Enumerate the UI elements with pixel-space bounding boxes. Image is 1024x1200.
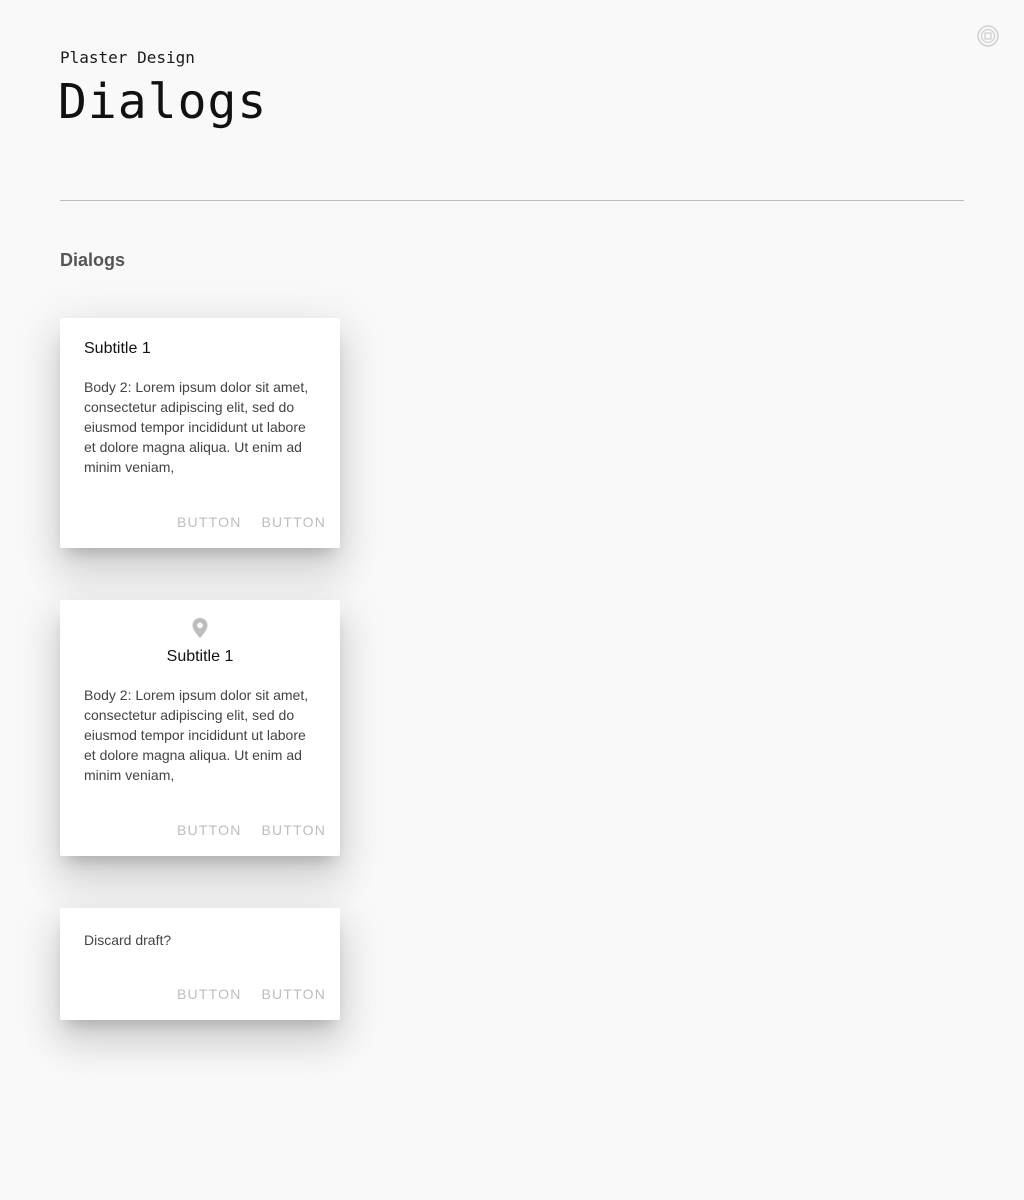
section-heading: Dialogs xyxy=(60,250,126,270)
dialog-basic: Subtitle 1 Body 2: Lorem ipsum dolor sit… xyxy=(60,318,340,548)
dialog-button-primary[interactable]: BUTTON xyxy=(262,822,327,838)
dialog-actions: BUTTON BUTTON xyxy=(177,514,326,530)
dialog-title: Subtitle 1 xyxy=(166,648,234,665)
dialog-with-icon: Subtitle 1 Body 2: Lorem ipsum dolor sit… xyxy=(60,600,340,856)
location-pin-icon xyxy=(191,617,209,639)
header-divider xyxy=(60,200,964,201)
dialog-button-secondary[interactable]: BUTTON xyxy=(177,822,242,838)
dialog-button-primary[interactable]: BUTTON xyxy=(262,986,327,1002)
settings-circle-icon[interactable] xyxy=(977,25,999,47)
dialog-message: Discard draft? xyxy=(84,932,172,948)
dialog-actions: BUTTON BUTTON xyxy=(177,822,326,838)
dialog-title: Subtitle 1 xyxy=(84,340,151,357)
dialog-body: Body 2: Lorem ipsum dolor sit amet, cons… xyxy=(84,687,309,783)
dialog-body: Body 2: Lorem ipsum dolor sit amet, cons… xyxy=(84,379,309,475)
dialog-button-secondary[interactable]: BUTTON xyxy=(177,514,242,530)
dialog-button-secondary[interactable]: BUTTON xyxy=(177,986,242,1002)
brand-name: Plaster Design xyxy=(60,48,195,67)
dialog-button-primary[interactable]: BUTTON xyxy=(262,514,327,530)
page-title: Dialogs xyxy=(58,74,268,130)
dialog-simple-confirm: Discard draft? BUTTON BUTTON xyxy=(60,908,340,1020)
dialog-actions: BUTTON BUTTON xyxy=(177,986,326,1002)
